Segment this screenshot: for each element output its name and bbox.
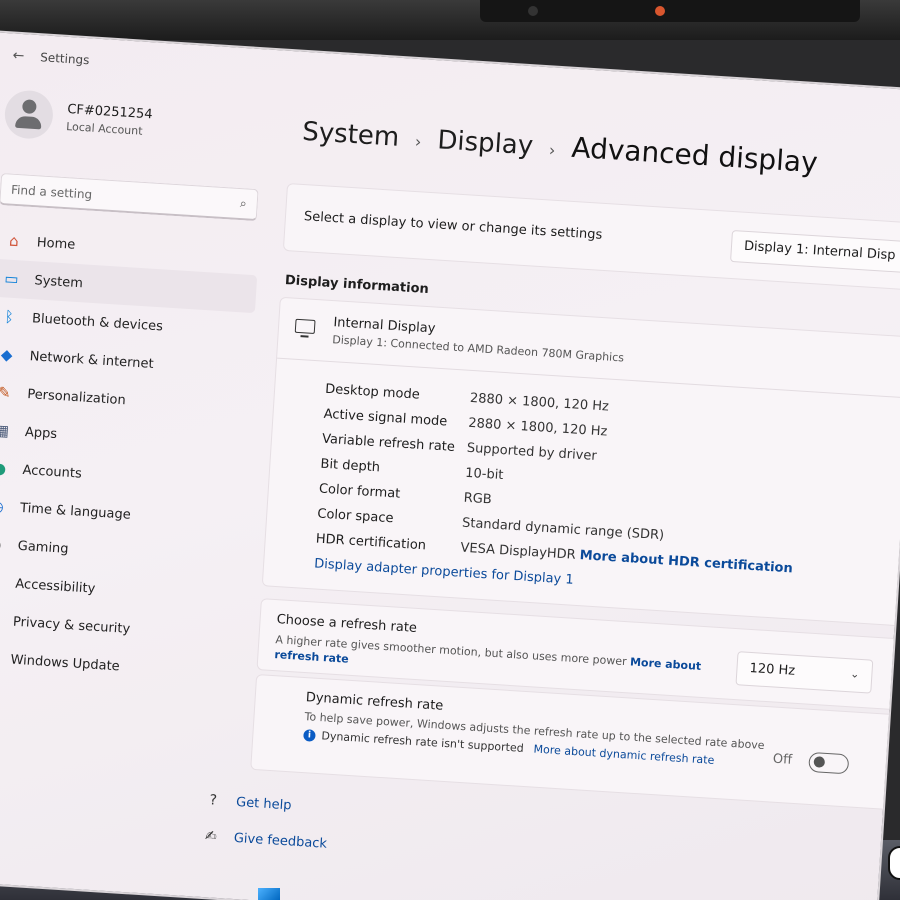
network-icon: ◆	[0, 345, 14, 365]
laptop-bezel	[0, 0, 900, 40]
sidebar-item-label: Privacy & security	[12, 614, 131, 637]
camera-housing	[480, 0, 860, 22]
footer-links: ? Get help ✍ Give feedback	[201, 782, 331, 862]
user-profile[interactable]: CF#0251254 Local Account	[3, 89, 153, 146]
brush-icon: ✎	[0, 383, 12, 402]
spec-label: HDR certification	[315, 531, 427, 554]
refresh-rate-dropdown[interactable]: 120 Hz ⌄	[735, 651, 874, 694]
dynamic-refresh-title: Dynamic refresh rate	[305, 690, 444, 714]
sidebar-item-label: Accounts	[22, 462, 83, 482]
back-arrow-icon[interactable]: ←	[12, 47, 25, 64]
system-icon: ▭	[3, 269, 20, 289]
spec-value: VESA DisplayHDR	[460, 540, 577, 563]
spec-value: 2880 × 1800, 120 Hz	[467, 415, 608, 440]
screen-corner-button	[888, 846, 900, 880]
search-input[interactable]: Find a setting ⌕	[0, 172, 259, 222]
display-header: Internal Display Display 1: Connected to…	[294, 313, 625, 364]
search-icon[interactable]: ⌕	[240, 196, 248, 211]
settings-window: ← Settings CF#0251254 Local Account Find…	[0, 32, 900, 900]
sidebar-nav: ⌂ Home ▭ System ᛒ Bluetooth & devices ◆ …	[0, 221, 260, 693]
search-placeholder: Find a setting	[10, 182, 93, 202]
profile-account-type: Local Account	[65, 119, 143, 138]
avatar	[3, 89, 55, 141]
sidebar-item-label: Bluetooth & devices	[31, 310, 164, 334]
breadcrumb-system[interactable]: System	[301, 117, 400, 153]
chevron-right-icon: ›	[414, 131, 422, 152]
sidebar-item-label: Home	[36, 234, 76, 253]
help-icon: ?	[208, 792, 218, 809]
chevron-down-icon: ⌄	[849, 667, 860, 681]
page-title: Advanced display	[570, 130, 819, 180]
get-help-label: Get help	[235, 794, 292, 813]
give-feedback-label: Give feedback	[233, 830, 328, 852]
sidebar-item-label: Personalization	[26, 386, 127, 408]
display-select-card: Select a display to view or change its s…	[282, 182, 900, 292]
refresh-rate-title: Choose a refresh rate	[276, 612, 418, 636]
title-bar: ← Settings	[12, 47, 90, 68]
sidebar-item-label: Apps	[24, 424, 58, 442]
spec-value: RGB	[463, 490, 493, 508]
give-feedback-link[interactable]: ✍ Give feedback	[201, 818, 328, 862]
monitor-icon	[294, 318, 316, 334]
breadcrumb-display[interactable]: Display	[437, 125, 535, 161]
dynamic-refresh-toggle[interactable]	[808, 751, 850, 775]
sidebar-item-label: Time & language	[19, 500, 132, 523]
breadcrumb: System › Display › Advanced display	[301, 114, 818, 179]
sidebar-item-label: Windows Update	[10, 652, 121, 674]
bluetooth-icon: ᛒ	[4, 307, 15, 327]
apps-icon: ▦	[0, 421, 10, 440]
home-icon: ⌂	[8, 231, 20, 251]
chevron-right-icon: ›	[548, 140, 556, 160]
sidebar-item-label: Gaming	[17, 538, 69, 557]
time-icon: ◷	[0, 496, 5, 516]
spec-value: 10-bit	[464, 465, 504, 484]
refresh-rate-value: 120 Hz	[749, 660, 796, 679]
camera-light-icon	[655, 6, 665, 16]
display-dropdown[interactable]: Display 1: Internal Disp	[730, 229, 900, 275]
sidebar-item-label: Network & internet	[29, 348, 155, 372]
accessibility-icon: ✦	[0, 573, 2, 592]
spec-value: 2880 × 1800, 120 Hz	[469, 390, 610, 415]
sidebar-item-label: System	[34, 272, 84, 291]
display-select-label: Select a display to view or change its s…	[303, 209, 603, 243]
gaming-icon: ◎	[0, 535, 4, 554]
toggle-label: Off	[772, 751, 793, 768]
feedback-icon: ✍	[204, 828, 218, 845]
accounts-icon: ●	[0, 459, 7, 478]
display-info-card: Internal Display Display 1: Connected to…	[261, 296, 900, 627]
spec-value: Supported by driver	[466, 440, 598, 464]
windows-start-icon[interactable]	[258, 888, 280, 900]
section-title: Display information	[284, 273, 430, 298]
sidebar-item-label: Accessibility	[14, 576, 96, 597]
webcam-lens-icon	[528, 6, 538, 16]
window-title: Settings	[39, 50, 90, 68]
profile-name: CF#0251254	[66, 101, 153, 122]
info-icon: i	[303, 728, 316, 742]
spec-list: Desktop mode 2880 × 1800, 120 Hz Active …	[315, 377, 803, 582]
